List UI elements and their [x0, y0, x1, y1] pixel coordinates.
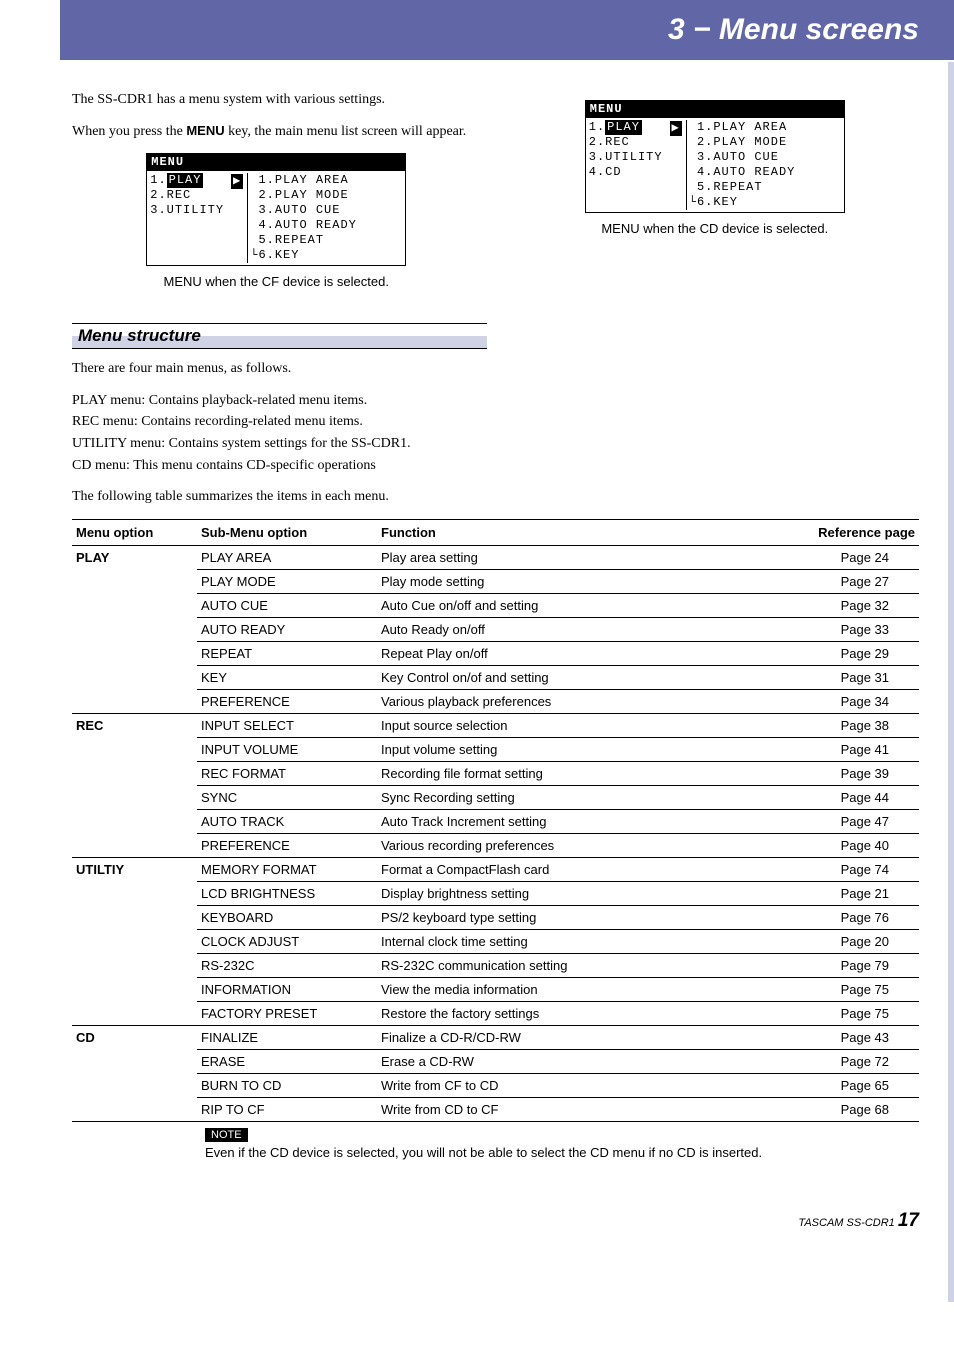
table-row: ERASEErase a CD-RWPage 72 [72, 1049, 919, 1073]
table-row: BURN TO CDWrite from CF to CDPage 65 [72, 1073, 919, 1097]
table-row: UTILTIYMEMORY FORMATFormat a CompactFlas… [72, 857, 919, 881]
table-row: REPEATRepeat Play on/offPage 29 [72, 641, 919, 665]
intro-line-1: The SS-CDR1 has a menu system with vario… [72, 90, 481, 110]
lcd-caption-cd: MENU when the CD device is selected. [511, 221, 920, 236]
table-row: INPUT VOLUMEInput volume settingPage 41 [72, 737, 919, 761]
section-header-structure: Menu structure [72, 323, 487, 349]
note-block: NOTE Even if the CD device is selected, … [205, 1126, 919, 1160]
intro-line-2: When you press the MENU key, the main me… [72, 122, 481, 142]
structure-intro: There are four main menus, as follows. [72, 359, 919, 379]
menu-desc-line: CD menu: This menu contains CD-specific … [72, 456, 919, 476]
lcd-title: MENU [586, 101, 844, 118]
menu-descriptions: PLAY menu: Contains playback-related men… [72, 391, 919, 475]
table-row: KEYKey Control on/of and settingPage 31 [72, 665, 919, 689]
table-row: RIP TO CFWrite from CD to CFPage 68 [72, 1097, 919, 1121]
menu-desc-line: UTILITY menu: Contains system settings f… [72, 434, 919, 454]
page-footer: TASCAM SS-CDR1 17 [0, 1180, 954, 1252]
table-row: REC FORMATRecording file format settingP… [72, 761, 919, 785]
col-func: Function [377, 519, 779, 545]
right-edge-stripe [948, 62, 954, 1302]
note-text: Even if the CD device is selected, you w… [205, 1145, 762, 1160]
lcd-caption-cf: MENU when the CF device is selected. [72, 274, 481, 289]
table-intro: The following table summarizes the items… [72, 487, 919, 507]
note-badge: NOTE [205, 1128, 248, 1142]
table-row: PREFERENCEVarious playback preferencesPa… [72, 689, 919, 713]
menu-desc-line: REC menu: Contains recording-related men… [72, 412, 919, 432]
menu-table: Menu option Sub-Menu option Function Ref… [72, 519, 919, 1122]
lcd-screen-cd: MENU 1.PLAY▶2.REC3.UTILITY4.CD 1.PLAY AR… [585, 100, 845, 213]
table-row: AUTO CUEAuto Cue on/off and settingPage … [72, 593, 919, 617]
table-row: CDFINALIZEFinalize a CD-R/CD-RWPage 43 [72, 1025, 919, 1049]
table-row: SYNCSync Recording settingPage 44 [72, 785, 919, 809]
table-row: CLOCK ADJUSTInternal clock time settingP… [72, 929, 919, 953]
table-row: RECINPUT SELECTInput source selectionPag… [72, 713, 919, 737]
col-page: Reference page [779, 519, 919, 545]
table-row: PLAY MODEPlay mode settingPage 27 [72, 569, 919, 593]
table-row: KEYBOARDPS/2 keyboard type settingPage 7… [72, 905, 919, 929]
page-header: 3 − Menu screens [60, 0, 954, 60]
table-row: PLAYPLAY AREAPlay area settingPage 24 [72, 545, 919, 569]
table-row: INFORMATIONView the media informationPag… [72, 977, 919, 1001]
footer-page-number: 17 [898, 1210, 919, 1231]
lcd-screen-cf: MENU 1.PLAY▶2.REC3.UTILITY 1.PLAY AREA 2… [146, 153, 406, 266]
table-row: AUTO TRACKAuto Track Increment settingPa… [72, 809, 919, 833]
table-row: AUTO READYAuto Ready on/offPage 33 [72, 617, 919, 641]
col-menu: Menu option [72, 519, 197, 545]
lcd-title: MENU [147, 154, 405, 171]
col-sub: Sub-Menu option [197, 519, 377, 545]
page-title: 3 − Menu screens [668, 13, 919, 47]
footer-brand: TASCAM SS-CDR1 [798, 1217, 894, 1229]
table-row: PREFERENCEVarious recording preferencesP… [72, 833, 919, 857]
table-row: FACTORY PRESETRestore the factory settin… [72, 1001, 919, 1025]
table-row: RS-232CRS-232C communication settingPage… [72, 953, 919, 977]
menu-desc-line: PLAY menu: Contains playback-related men… [72, 391, 919, 411]
table-row: LCD BRIGHTNESSDisplay brightness setting… [72, 881, 919, 905]
